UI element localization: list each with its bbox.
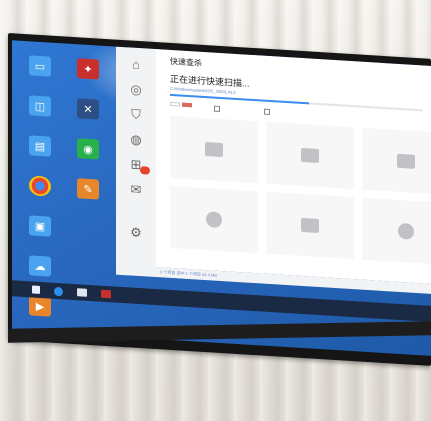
checkbox-box <box>214 105 220 112</box>
photo: ▭ ✦ ◫ ✕ ▤ ◉ ✎ ▣ ☁ ▶ ⌂ ◎ ⛉ ◍ ⊞ ✉ ⚙ 快速查杀 正… <box>0 0 431 421</box>
monitor-frame: ▭ ✦ ◫ ✕ ▤ ◉ ✎ ▣ ☁ ▶ ⌂ ◎ ⛉ ◍ ⊞ ✉ ⚙ 快速查杀 正… <box>8 33 431 366</box>
chrome-icon <box>29 175 51 197</box>
start-icon[interactable] <box>32 285 40 294</box>
monitor-icon <box>301 147 319 164</box>
scan-card-2[interactable] <box>266 121 354 190</box>
network-icon: ◫ <box>29 95 51 117</box>
settings-icon[interactable]: ⚙ <box>130 224 142 240</box>
scan-progress-bar <box>170 93 423 112</box>
desktop-icon-folder[interactable]: ▣ <box>16 206 64 245</box>
home-icon[interactable]: ⌂ <box>132 57 140 72</box>
message-icon[interactable]: ✉ <box>131 181 142 197</box>
screen: ▭ ✦ ◫ ✕ ▤ ◉ ✎ ▣ ☁ ▶ ⌂ ◎ ⛉ ◍ ⊞ ✉ ⚙ 快速查杀 正… <box>12 40 431 356</box>
desktop-icon-wechat[interactable]: ◉ <box>64 129 112 168</box>
desktop-icon-app[interactable]: ✎ <box>64 169 112 208</box>
scan-title: 快速查杀 <box>170 56 202 68</box>
folder-icon <box>397 153 415 169</box>
desktop-icon-tools[interactable]: ✕ <box>64 89 112 128</box>
scan-card-6[interactable] <box>362 197 431 266</box>
shield-icon <box>398 222 414 240</box>
browser-icon[interactable] <box>54 286 63 296</box>
tools-icon: ✕ <box>77 98 99 120</box>
scan-card-3[interactable] <box>362 127 431 196</box>
file-explorer-icon[interactable] <box>77 288 87 297</box>
checkbox-box <box>264 108 270 116</box>
puzzle-icon <box>301 217 319 234</box>
scan-card-5[interactable] <box>266 191 354 260</box>
control-panel-icon: ▤ <box>29 135 51 157</box>
shield-icon[interactable]: ⛉ <box>131 107 141 123</box>
desktop-icon-cloud[interactable]: ☁ <box>16 246 64 285</box>
pdf-icon: ✦ <box>77 58 99 80</box>
security-app-icon[interactable] <box>101 289 111 299</box>
scan-card-4[interactable] <box>170 185 258 254</box>
scan-tabs <box>170 101 192 108</box>
folder-icon: ▣ <box>29 215 51 237</box>
status-text: 3 个项目 选中 1 个项目 44.4 MB <box>160 269 217 278</box>
cloud-icon: ☁ <box>29 255 51 277</box>
virus-scan-icon[interactable]: ◎ <box>130 81 141 97</box>
computer-icon: ▭ <box>29 55 51 77</box>
desktop-icon-pdf[interactable]: ✦ <box>64 49 112 88</box>
gear-icon <box>206 211 222 229</box>
wechat-icon: ◉ <box>77 138 99 160</box>
desktop-icon-control-panel[interactable]: ▤ <box>16 126 64 165</box>
scan-card-1[interactable] <box>170 115 258 184</box>
option-checkbox-2[interactable] <box>264 108 270 116</box>
desktop-icon-computer[interactable]: ▭ <box>16 46 64 85</box>
app-side-dock: ⌂ ◎ ⛉ ◍ ⊞ ✉ ⚙ <box>116 46 156 278</box>
scan-category-grid <box>170 115 431 272</box>
tab-pause[interactable] <box>170 101 180 107</box>
category-icon <box>205 142 223 158</box>
scan-panel: 快速查杀 正在进行快速扫描... C:\Windows\system32\C_2… <box>156 49 431 284</box>
app-icon: ✎ <box>77 178 99 200</box>
speed-icon[interactable]: ◍ <box>130 131 141 147</box>
desktop-icon-chrome[interactable] <box>16 166 64 205</box>
tab-stop[interactable] <box>182 102 192 108</box>
notification-badge <box>140 166 150 175</box>
option-checkbox-1[interactable] <box>214 105 220 112</box>
desktop-icon-network[interactable]: ◫ <box>16 86 64 125</box>
